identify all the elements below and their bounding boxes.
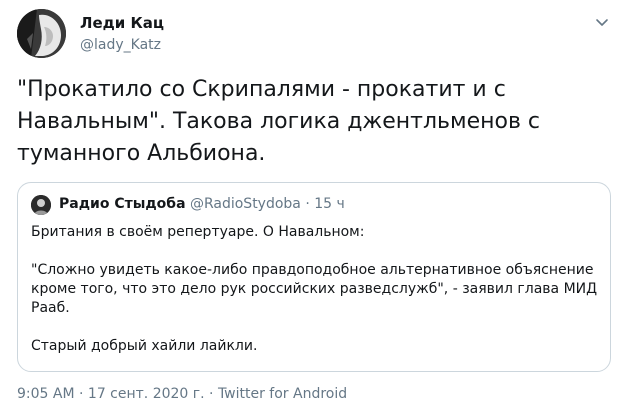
tweet-time-link[interactable]: 9:05 AM [17,386,75,402]
quoted-line: Старый добрый хайли лайкли. [31,338,258,354]
tweet-date-link[interactable]: 17 сент. 2020 г. [88,386,205,402]
avatar[interactable] [17,9,66,58]
quoted-header: Радио Стыдоба @RadioStydoba · 15 ч [59,196,345,212]
quoted-author-handle[interactable]: @RadioStydoba [190,196,301,212]
quoted-line: "Сложно увидеть какое-либо правдоподобно… [31,262,594,278]
tweet-meta: 9:05 AM · 17 сент. 2020 г. · Twitter for… [17,386,347,402]
tweet: Леди Кац @lady_Katz "Прокатило со Скрипа… [0,0,620,406]
tweet-text: "Прокатило со Скрипалями - прокатит и с … [17,77,548,166]
author-handle[interactable]: @lady_Katz [80,37,161,53]
quoted-author-name[interactable]: Радио Стыдоба [59,196,186,212]
quoted-timestamp[interactable]: 15 ч [314,196,345,212]
tweet-source-link[interactable]: Twitter for Android [218,386,347,402]
quoted-text: Британия в своём репертуаре. О Навальном… [31,223,601,356]
separator: · [305,196,310,212]
separator: · [209,386,214,402]
quoted-line: кроме того, что это дело рук российских … [31,281,598,297]
quoted-line: Рааб. [31,300,70,316]
author-name[interactable]: Леди Кац [80,14,164,32]
quoted-line: Британия в своём репертуаре. О Навальном… [31,224,365,240]
separator: · [79,386,84,402]
quoted-tweet[interactable]: Радио Стыдоба @RadioStydoba · 15 ч Брита… [17,182,611,372]
avatar[interactable] [31,195,51,215]
chevron-down-icon[interactable] [594,14,610,30]
